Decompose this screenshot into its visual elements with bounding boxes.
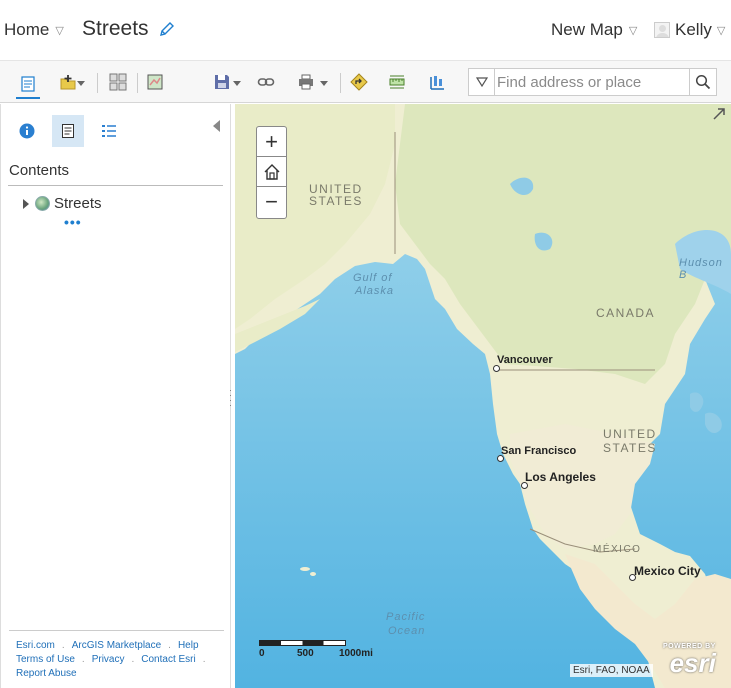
- collapse-panel-icon[interactable]: [213, 120, 220, 132]
- legend-icon: [102, 125, 116, 137]
- panel-resize-handle[interactable]: · · · ·: [229, 386, 233, 410]
- pencil-icon[interactable]: [159, 21, 175, 37]
- tab-legend[interactable]: [93, 115, 125, 147]
- tab-about[interactable]: [11, 115, 43, 147]
- city-marker-vancouver: [493, 365, 500, 372]
- link-help[interactable]: Help: [178, 639, 199, 653]
- zoom-controls: + −: [256, 126, 287, 219]
- map-view[interactable]: UNITED STATES Gulf of Alaska Hudson B CA…: [235, 104, 731, 688]
- label-mexico: MÉXICO: [593, 544, 642, 555]
- label-gulf-of-alaska: Alaska: [355, 285, 395, 297]
- search-icon: [695, 74, 711, 90]
- label-pacific-ocean: Ocean: [388, 625, 426, 637]
- scale-label-0: 0: [259, 648, 265, 659]
- city-label-vancouver: Vancouver: [497, 354, 553, 366]
- label-gulf-of-alaska: Gulf of: [353, 272, 393, 284]
- contents-heading: Contents: [9, 162, 70, 179]
- basemap-icon: [109, 73, 127, 91]
- globe-icon: [35, 196, 50, 211]
- zoom-in-button[interactable]: +: [257, 127, 286, 157]
- search-box: [468, 68, 717, 96]
- layer-item-streets[interactable]: Streets: [23, 195, 102, 212]
- attribution[interactable]: Esri, FAO, NOAA: [570, 664, 653, 677]
- details-button[interactable]: [16, 70, 40, 99]
- basemap-button[interactable]: [106, 70, 130, 94]
- scale-bar-graphic: [259, 640, 346, 646]
- chevron-down-icon[interactable]: [233, 81, 241, 86]
- expand-icon[interactable]: [712, 107, 726, 121]
- city-label-mexico-city: Mexico City: [634, 564, 701, 578]
- home-menu[interactable]: Home ▽: [4, 20, 64, 40]
- content-icon: [62, 124, 74, 138]
- city-label-los-angeles: Los Angeles: [525, 470, 596, 484]
- map-title-text: Streets: [82, 17, 149, 40]
- chevron-down-icon[interactable]: [77, 81, 85, 86]
- esri-logo-text: esri: [669, 648, 716, 678]
- chevron-down-icon: ▽: [628, 24, 638, 37]
- label-united-states: UNITED: [603, 427, 657, 441]
- link-arcgis-marketplace[interactable]: ArcGIS Marketplace: [72, 639, 161, 653]
- label-canada: CANADA: [596, 306, 656, 320]
- search-button[interactable]: [689, 69, 716, 95]
- tab-content[interactable]: [52, 115, 84, 147]
- new-map-menu[interactable]: New Map ▽: [551, 20, 637, 40]
- chevron-down-icon[interactable]: [320, 81, 328, 86]
- info-icon: [19, 123, 35, 139]
- avatar: [654, 22, 670, 38]
- expand-arrow-icon[interactable]: [23, 198, 29, 209]
- home-extent-button[interactable]: [257, 157, 286, 187]
- link-contact-esri[interactable]: Contact Esri: [141, 653, 195, 667]
- label-united-states: STATES: [603, 441, 657, 455]
- esri-logo[interactable]: POWERED BY esri: [663, 643, 716, 676]
- search-source-dropdown[interactable]: [469, 69, 495, 95]
- new-map-label: New Map: [551, 20, 623, 39]
- divider: [137, 73, 138, 93]
- chevron-down-icon: ▽: [716, 24, 726, 37]
- add-icon: [60, 75, 76, 90]
- divider: [8, 185, 223, 186]
- directions-icon: [350, 73, 368, 91]
- share-link-icon: [257, 78, 275, 86]
- scale-label-1000: 1000mi: [339, 648, 373, 659]
- link-report-abuse[interactable]: Report Abuse: [16, 667, 77, 681]
- side-panel: Contents Streets ••• Esri.com. ArcGIS Ma…: [0, 104, 231, 688]
- details-icon: [21, 75, 35, 92]
- save-icon: [215, 75, 229, 89]
- measure-icon: [389, 75, 405, 89]
- chevron-down-icon: ▽: [55, 24, 64, 37]
- zoom-out-button[interactable]: −: [257, 187, 286, 217]
- divider: [340, 73, 341, 93]
- link-terms-of-use[interactable]: Terms of Use: [16, 653, 75, 667]
- analysis-button[interactable]: [143, 70, 167, 94]
- home-icon: [264, 163, 279, 180]
- layer-name: Streets: [54, 195, 102, 212]
- city-label-san-francisco: San Francisco: [501, 445, 577, 457]
- label-united-states-north: STATES: [309, 194, 363, 208]
- user-name: Kelly: [675, 20, 712, 39]
- share-button[interactable]: [254, 70, 278, 94]
- bookmarks-button[interactable]: [425, 70, 449, 94]
- layer-options-icon[interactable]: •••: [64, 214, 82, 230]
- print-icon: [299, 74, 313, 90]
- map-title: Streets: [82, 17, 175, 41]
- bookmarks-icon: [430, 76, 444, 90]
- user-menu[interactable]: Kelly ▽: [654, 20, 725, 40]
- scale-bar: 0 500 1000mi: [259, 640, 373, 660]
- print-button[interactable]: [294, 70, 318, 94]
- analysis-icon: [147, 74, 163, 90]
- link-privacy[interactable]: Privacy: [92, 653, 125, 667]
- label-pacific-ocean: Pacific: [386, 611, 426, 623]
- top-bar: Home ▽ Streets New Map ▽ Kelly ▽: [0, 0, 731, 60]
- chevron-down-icon: [475, 77, 488, 87]
- search-input[interactable]: [497, 71, 687, 93]
- directions-button[interactable]: [347, 70, 371, 94]
- divider: [97, 73, 98, 93]
- label-hudson-bay: Hudson B: [679, 257, 723, 281]
- scale-label-500: 500: [297, 648, 314, 659]
- link-esri-com[interactable]: Esri.com: [16, 639, 55, 653]
- measure-button[interactable]: [385, 70, 409, 94]
- save-button[interactable]: [210, 70, 234, 94]
- home-label: Home: [4, 20, 50, 39]
- footer-links: Esri.com. ArcGIS Marketplace. Help Terms…: [9, 630, 224, 681]
